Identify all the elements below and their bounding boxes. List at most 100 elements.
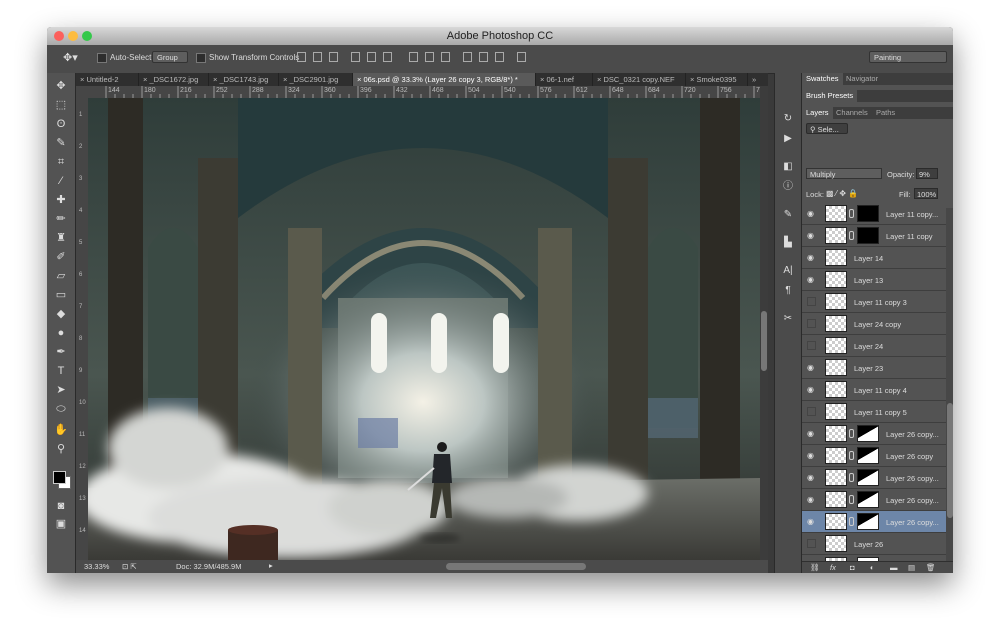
marquee-tool-icon[interactable]: ⬚ [53,98,69,112]
quick-mask-icon[interactable]: ◙ [53,499,69,513]
zoom-tool-icon[interactable]: ⚲ [53,442,69,456]
layer-row[interactable]: ◉ Layer 26 copy... [802,489,946,511]
layer-thumbnail[interactable] [825,271,847,288]
layer-mask-thumbnail[interactable] [857,205,879,222]
tabs-overflow-icon[interactable]: » [752,73,756,86]
distribute-bottom-icon[interactable] [441,52,450,62]
workspace-dropdown[interactable]: Painting [869,51,947,63]
lasso-tool-icon[interactable]: ʘ [53,117,69,131]
layer-visibility-eye-icon[interactable]: ◉ [807,363,816,372]
scroll-thumb[interactable] [761,311,767,371]
mask-link-icon[interactable] [849,451,854,460]
mask-link-icon[interactable] [849,495,854,504]
type-tool-icon[interactable]: T [53,364,69,378]
dodge-tool-icon[interactable]: ● [53,326,69,340]
tab-06-1-nef[interactable]: × 06-1.nef [536,73,593,86]
layer-thumbnail[interactable] [825,293,847,310]
hand-tool-icon[interactable]: ✋ [53,423,69,437]
distribute-top-icon[interactable] [409,52,418,62]
layer-mask-thumbnail[interactable] [857,227,879,244]
tab-layers[interactable]: Layers [802,107,833,119]
clone-source-icon[interactable]: ▙ [782,237,794,249]
mask-link-icon[interactable] [849,517,854,526]
screen-mode-icon[interactable]: ▣ [53,517,69,531]
align-vcenter-icon[interactable] [313,52,322,62]
adjustments-icon[interactable]: ◧ [782,161,794,173]
layer-mask-thumbnail[interactable] [857,447,879,464]
show-transform-checkbox[interactable]: Show Transform Controls [196,53,299,63]
layer-mask-thumbnail[interactable] [857,469,879,486]
layer-visibility-eye-icon[interactable]: ◉ [807,275,816,284]
layer-row[interactable]: ◉ Layer 11 copy [802,225,946,247]
mask-link-icon[interactable] [849,429,854,438]
layer-visibility-eye-icon[interactable]: ◉ [807,473,816,482]
gradient-tool-icon[interactable]: ▭ [53,288,69,302]
layers-scrollbar[interactable] [946,208,953,561]
layer-thumbnail[interactable] [825,227,847,244]
layer-visibility-eye-icon[interactable]: ◉ [807,209,816,218]
adjustment-layer-icon[interactable]: ◐ [870,563,875,572]
horizontal-scrollbar-thumb[interactable] [446,563,586,570]
blur-tool-icon[interactable]: ◆ [53,307,69,321]
mask-link-icon[interactable] [849,473,854,482]
tab-swatches[interactable]: Swatches [802,73,843,85]
layer-row[interactable]: ◉ Layer 26 copy... [802,467,946,489]
layer-mask-thumbnail[interactable] [857,425,879,442]
layer-row[interactable]: ◉ Layer 23 [802,357,946,379]
eyedropper-tool-icon[interactable]: ⁄ [53,174,69,188]
layer-row[interactable]: ◉ Layer 13 [802,269,946,291]
align-hcenter-icon[interactable] [367,52,376,62]
layer-thumbnail[interactable] [825,513,847,530]
tab-brush-presets[interactable]: Brush Presets [802,90,858,102]
clone-stamp-icon[interactable]: ♜ [53,231,69,245]
layer-thumbnail[interactable] [825,337,847,354]
layer-visibility-eye-icon[interactable]: ◉ [807,517,816,526]
layer-thumbnail[interactable] [825,205,847,222]
layer-row[interactable]: ◉ Layer 11 copy 4 [802,379,946,401]
mask-link-icon[interactable] [849,209,854,218]
quick-select-tool-icon[interactable]: ✎ [53,136,69,150]
layer-thumbnail[interactable] [825,425,847,442]
crop-tool-icon[interactable]: ⌗ [53,155,69,169]
align-left-icon[interactable] [351,52,360,62]
tab-dsc2901[interactable]: × _DSC2901.jpg [279,73,353,86]
layer-visibility-eye-icon[interactable] [807,297,816,306]
layer-thumbnail[interactable] [825,359,847,376]
distribute-hcenter-icon[interactable] [479,52,488,62]
minimize-window-button[interactable] [68,31,78,41]
link-layers-icon[interactable]: ⛓ [810,563,820,572]
distribute-right-icon[interactable] [495,52,504,62]
move-tool-icon[interactable]: ✥▾ [63,51,78,64]
shape-tool-icon[interactable]: ⬭ [53,402,69,416]
tab-untitled-2[interactable]: × Untitled-2 [76,73,139,86]
actions-icon[interactable]: ▶ [782,133,794,145]
paragraph-icon[interactable]: ¶ [782,285,794,297]
layer-thumbnail[interactable] [825,469,847,486]
path-select-icon[interactable]: ➤ [53,383,69,397]
layer-visibility-eye-icon[interactable]: ◉ [807,495,816,504]
auto-select-checkbox[interactable]: Auto-Select: [97,53,154,63]
layer-filter-dropdown[interactable]: ⚲ Sele... [806,123,848,134]
tab-dsc1672[interactable]: × _DSC1672.jpg [139,73,209,86]
zoom-level[interactable]: 33.33% [84,562,109,571]
layer-visibility-eye-icon[interactable] [807,407,816,416]
canvas-vertical-scrollbar[interactable] [760,86,768,560]
tab-smoke0395[interactable]: × Smoke0395 [686,73,748,86]
fill-field[interactable]: 100% [914,188,938,199]
fx-icon[interactable]: fx [830,563,836,572]
distribute-left-icon[interactable] [463,52,472,62]
brush-tool-icon[interactable]: ✏ [53,212,69,226]
tab-06s-psd[interactable]: × 06s.psd @ 33.3% (Layer 26 copy 3, RGB/… [353,73,536,86]
layer-thumbnail[interactable] [825,491,847,508]
healing-brush-icon[interactable]: ✚ [53,193,69,207]
align-bottom-icon[interactable] [329,52,338,62]
align-top-icon[interactable] [297,52,306,62]
layer-row[interactable]: ◉ Layer 14 [802,247,946,269]
layer-visibility-eye-icon[interactable] [807,539,816,548]
character-icon[interactable]: A| [782,265,794,277]
layer-thumbnail[interactable] [825,315,847,332]
zoom-window-button[interactable] [82,31,92,41]
status-menu-icon[interactable]: ▸ [269,561,273,570]
layer-row[interactable]: Layer 24 [802,335,946,357]
new-group-icon[interactable]: ▬ [890,563,898,572]
